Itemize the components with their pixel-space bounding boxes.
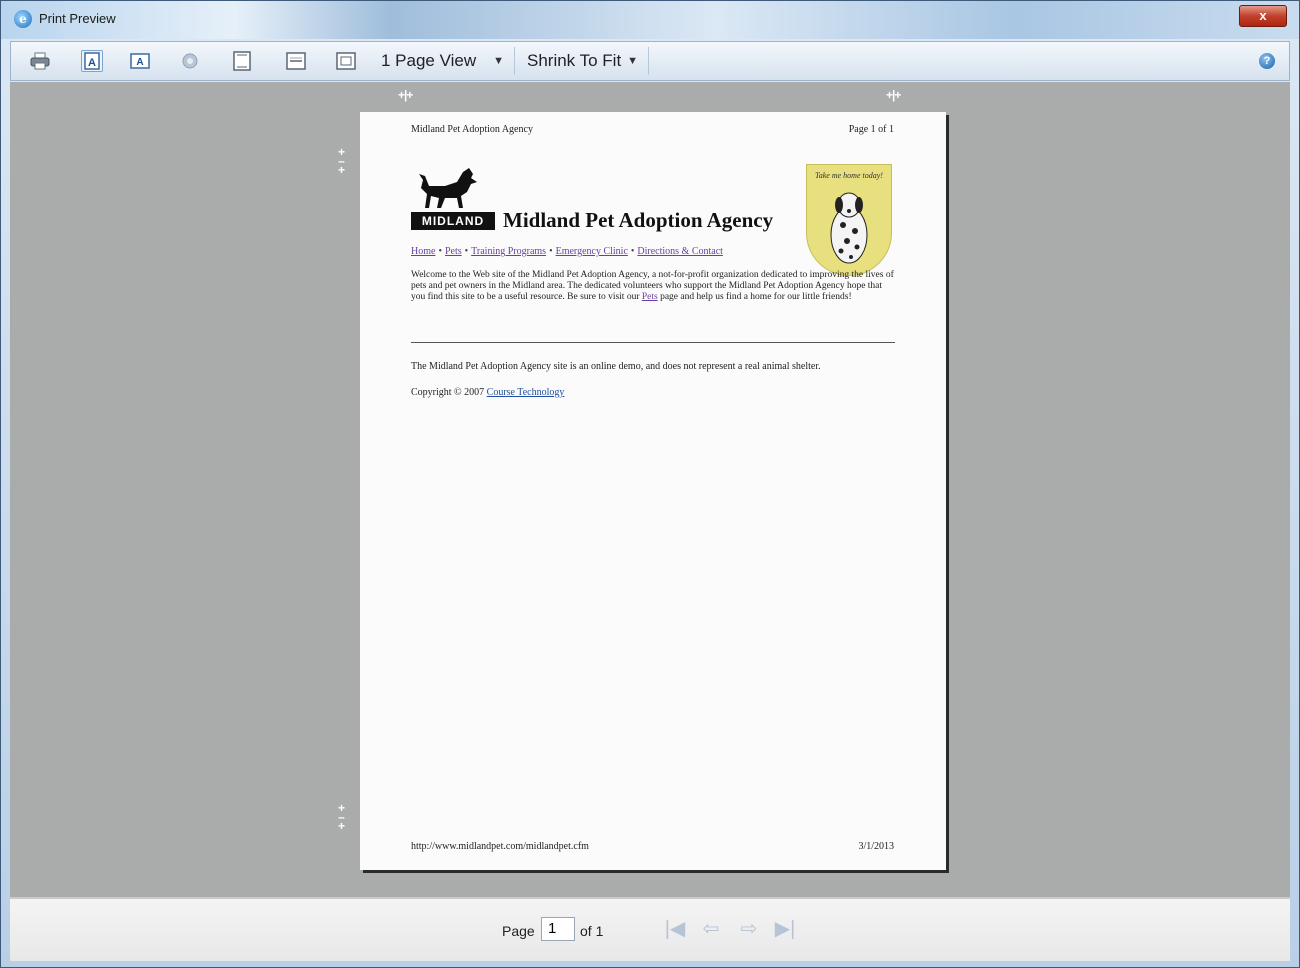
fit-select-value: Shrink To Fit bbox=[527, 51, 622, 70]
landscape-icon: A bbox=[130, 53, 150, 69]
right-margin-handle[interactable]: +|+ bbox=[886, 88, 901, 102]
preview-area: +|+ +|+ + – + + – + Midland Pet Adoption Age… bbox=[10, 82, 1290, 897]
full-page-icon bbox=[336, 52, 356, 70]
page-footer-url: http://www.midlandpet.com/midlandpet.cfm bbox=[411, 841, 589, 852]
nav-link-home[interactable]: Home bbox=[411, 246, 435, 257]
site-logo: MIDLAND bbox=[411, 164, 497, 236]
previous-page-icon[interactable]: ⇦ bbox=[698, 916, 724, 942]
dog-silhouette-icon bbox=[419, 168, 477, 208]
dalmatian-icon bbox=[830, 192, 868, 264]
nav-separator: • bbox=[630, 246, 635, 257]
title-bar: e Print Preview x bbox=[1, 1, 1299, 39]
portrait-icon: A bbox=[84, 52, 100, 70]
preview-page: Midland Pet Adoption Agency Page 1 of 1 … bbox=[360, 112, 946, 870]
nav-link-training[interactable]: Training Programs bbox=[471, 246, 546, 257]
intro-paragraph: Welcome to the Web site of the Midland P… bbox=[411, 270, 895, 303]
print-preview-window: e Print Preview x A A 1 Page View ▼ Shri… bbox=[0, 0, 1300, 968]
copyright-text: Copyright © 2007 bbox=[411, 387, 487, 398]
toolbar: A A 1 Page View ▼ Shrink To Fit ▼ ? bbox=[10, 41, 1290, 81]
portrait-button[interactable]: A bbox=[81, 50, 103, 72]
help-icon[interactable]: ? bbox=[1259, 53, 1275, 69]
nav-separator: • bbox=[438, 246, 442, 257]
page-setup-button[interactable] bbox=[179, 50, 201, 72]
nav-link-pets[interactable]: Pets bbox=[445, 246, 462, 257]
landscape-button[interactable]: A bbox=[129, 50, 151, 72]
nav-separator: • bbox=[464, 246, 469, 257]
svg-text:A: A bbox=[88, 57, 96, 69]
site-title: Midland Pet Adoption Agency bbox=[503, 208, 774, 232]
site-nav: Home • Pets • Training Programs • Emergency Cl… bbox=[411, 246, 723, 257]
logo-text: MIDLAND bbox=[411, 212, 495, 230]
copyright-link[interactable]: Course Technology bbox=[487, 387, 565, 398]
header-footer-button[interactable] bbox=[231, 50, 253, 72]
page-navigation-bar: Page 1 of 1 |◀ ⇦ ⇨ ▶| bbox=[10, 898, 1290, 961]
intro-pets-link[interactable]: Pets bbox=[642, 292, 658, 302]
header-footer-icon bbox=[233, 51, 251, 71]
print-icon bbox=[30, 52, 50, 70]
chevron-down-icon: ▼ bbox=[493, 55, 504, 67]
left-margin-handle[interactable]: +|+ bbox=[398, 88, 413, 102]
view-select-value: 1 Page View bbox=[381, 51, 477, 70]
nav-link-directions[interactable]: Directions & Contact bbox=[637, 246, 723, 257]
intro-text-b: page and help us find a home for our lit… bbox=[657, 292, 852, 302]
ie-icon: e bbox=[14, 10, 32, 28]
svg-text:A: A bbox=[136, 57, 143, 68]
divider bbox=[411, 342, 895, 343]
page-header-right: Page 1 of 1 bbox=[848, 124, 894, 135]
fit-select[interactable]: Shrink To Fit ▼ bbox=[521, 47, 649, 75]
print-button[interactable] bbox=[29, 50, 51, 72]
page-setup-icon bbox=[182, 53, 198, 69]
disclaimer: The Midland Pet Adoption Agency site is … bbox=[411, 361, 821, 372]
page-count-label: of 1 bbox=[580, 923, 604, 939]
window-title: Print Preview bbox=[39, 11, 116, 26]
next-page-icon[interactable]: ⇨ bbox=[736, 916, 762, 942]
full-page-button[interactable] bbox=[335, 50, 357, 72]
nav-link-emergency[interactable]: Emergency Clinic bbox=[556, 246, 628, 257]
top-margin-handle[interactable]: + – + bbox=[338, 146, 345, 176]
dalmatian-badge: Take me home today! bbox=[806, 164, 892, 276]
nav-separator: • bbox=[549, 246, 553, 257]
bottom-margin-handle[interactable]: + – + bbox=[338, 802, 345, 832]
full-width-button[interactable] bbox=[285, 50, 307, 72]
first-page-icon[interactable]: |◀ bbox=[662, 916, 688, 942]
copyright: Copyright © 2007 Course Technology bbox=[411, 387, 564, 398]
page-number-input[interactable]: 1 bbox=[541, 917, 575, 941]
page-footer-date: 3/1/2013 bbox=[858, 841, 894, 852]
page-header-left: Midland Pet Adoption Agency bbox=[411, 124, 533, 135]
close-button[interactable]: x bbox=[1239, 5, 1287, 27]
view-select[interactable]: 1 Page View ▼ bbox=[375, 47, 515, 75]
chevron-down-icon: ▼ bbox=[627, 55, 638, 67]
full-width-icon bbox=[286, 52, 306, 70]
last-page-icon[interactable]: ▶| bbox=[772, 916, 798, 942]
page-label: Page bbox=[502, 923, 535, 939]
